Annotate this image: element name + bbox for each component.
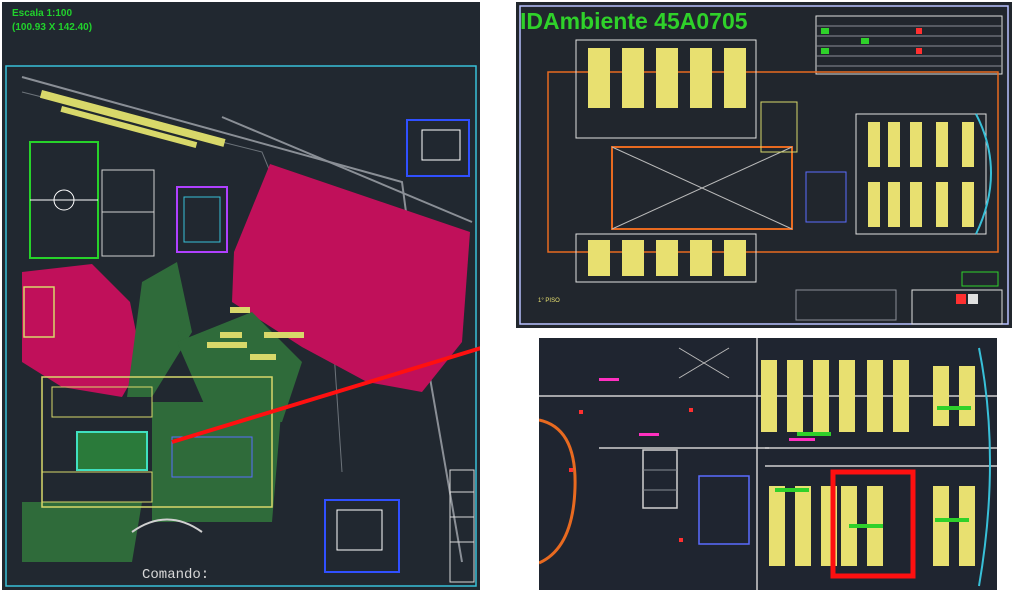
floor-plan-panel: IDAmbiente 45A0705 1° PISO	[516, 2, 1012, 328]
dims-label: (100.93 X 142.40)	[12, 22, 93, 33]
command-prompt[interactable]: Comando:	[142, 567, 209, 583]
detail-view-panel	[539, 338, 997, 590]
detail-view-drawing	[539, 338, 997, 590]
floor-plan-title: IDAmbiente 45A0705	[520, 8, 748, 34]
floor-label: 1° PISO	[538, 298, 560, 304]
scale-label: Escala 1:100	[12, 8, 73, 19]
floor-plan-drawing	[519, 5, 1009, 325]
site-plan-drawing	[5, 65, 480, 587]
site-plan-panel: Escala 1:100 (100.93 X 142.40) Comando:	[2, 2, 480, 590]
